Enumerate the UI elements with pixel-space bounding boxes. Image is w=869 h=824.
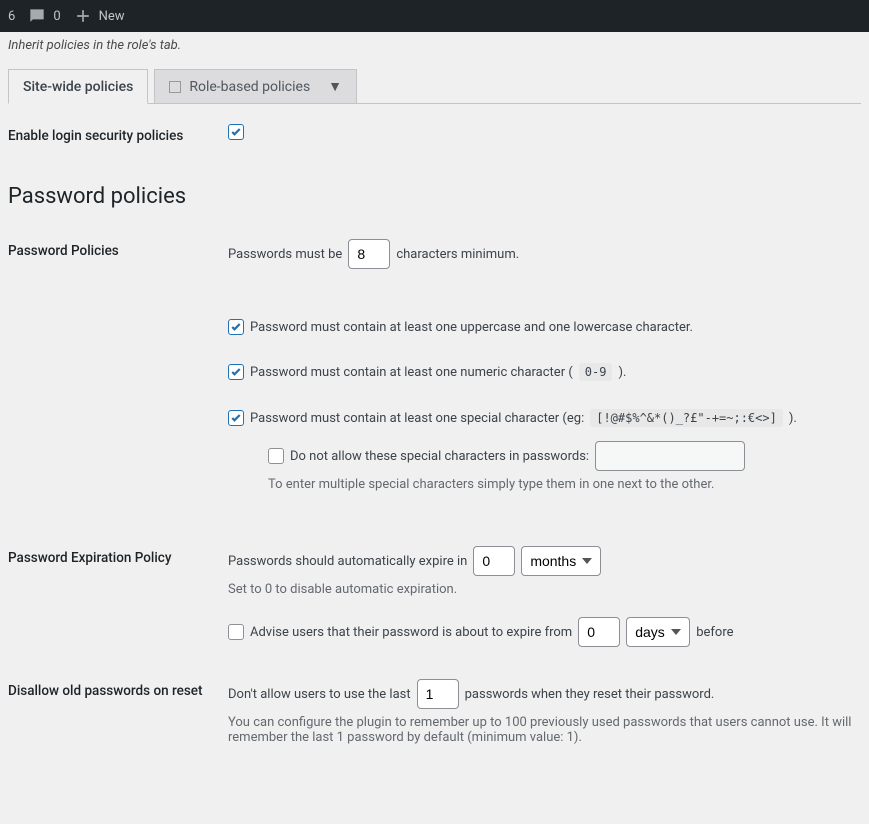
admin-bar: 6 0 New: [0, 0, 869, 32]
check-icon: [230, 321, 242, 333]
disallow-old-label: Disallow old passwords on reset: [8, 679, 228, 699]
plus-icon: [73, 6, 93, 26]
advise-value-input[interactable]: [578, 617, 620, 647]
min-chars-input[interactable]: [348, 239, 390, 269]
numeric-checkbox[interactable]: [228, 364, 244, 380]
expire-value-input[interactable]: [473, 546, 515, 576]
expire-help: Set to 0 to disable automatic expiration…: [228, 582, 861, 597]
chevron-down-icon: ▼: [328, 78, 342, 95]
expire-unit-select[interactable]: months: [521, 546, 601, 576]
new-item[interactable]: New: [73, 6, 125, 26]
password-policies-label: Password Policies: [8, 239, 228, 259]
check-icon: [230, 412, 242, 424]
special-checkbox[interactable]: [228, 410, 244, 426]
code-special: [!@#$%^&*()_?£"-+=~;:€<>]: [590, 409, 783, 427]
upper-lower-checkbox[interactable]: [228, 319, 244, 335]
inherit-note: Inherit policies in the role's tab.: [8, 38, 861, 53]
grid-icon: [169, 81, 181, 93]
tabs: Site-wide policies Role-based policies ▼: [8, 69, 861, 104]
enable-policies-checkbox[interactable]: [228, 124, 244, 140]
check-icon: [230, 126, 242, 138]
advise-unit-select[interactable]: days: [626, 617, 690, 647]
tab-role-based[interactable]: Role-based policies ▼: [154, 69, 357, 104]
tab-site-wide[interactable]: Site-wide policies: [8, 69, 148, 104]
advise-expire-checkbox[interactable]: [228, 624, 244, 640]
expiration-label: Password Expiration Policy: [8, 546, 228, 566]
disallow-help: To enter multiple special characters sim…: [268, 477, 861, 492]
comment-icon: [27, 6, 47, 26]
disallow-special-input[interactable]: [595, 441, 745, 471]
section-title: Password policies: [8, 184, 861, 209]
disallow-old-input[interactable]: [417, 679, 459, 709]
disallow-special-checkbox[interactable]: [268, 448, 284, 464]
updates-count[interactable]: 6: [8, 9, 15, 24]
disallow-old-help: You can configure the plugin to remember…: [228, 715, 861, 745]
enable-policies-label: Enable login security policies: [8, 124, 228, 144]
code-numeric: 0-9: [579, 363, 613, 381]
check-icon: [230, 366, 242, 378]
comments-item[interactable]: 0: [27, 6, 60, 26]
